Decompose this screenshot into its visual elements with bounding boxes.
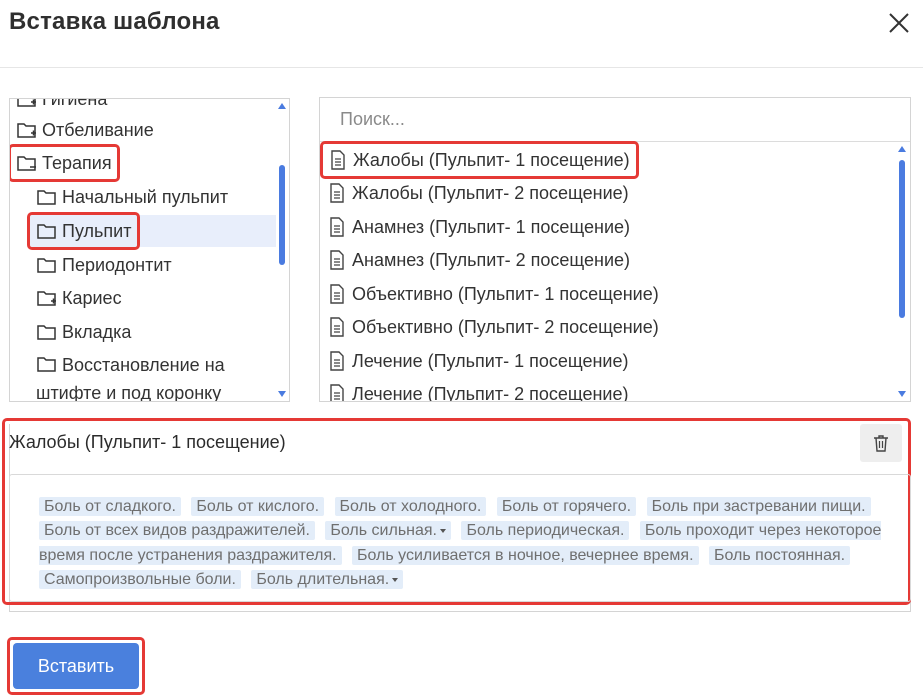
tree-item-vosstanovlenie[interactable]: Восстановление на штифте и под коронку: [36, 351, 272, 402]
template-item-label: Жалобы (Пульпит- 2 посещение): [352, 182, 629, 203]
tree-item-label: Начальный пульпит: [62, 186, 229, 207]
scroll-up-arrow-icon[interactable]: [278, 103, 286, 109]
template-list-scrollbar[interactable]: [896, 142, 908, 401]
tree-item-gigiena[interactable]: Гигиена: [16, 98, 276, 115]
folder-icon: [36, 322, 58, 342]
document-icon: [328, 351, 346, 371]
trash-icon: [874, 435, 888, 452]
phrase-chip[interactable]: Боль при застревании пищи.: [646, 497, 871, 516]
search-input[interactable]: [320, 98, 910, 141]
folder-plus-icon: [36, 288, 58, 308]
phrase-chip[interactable]: Боль усиливается в ночное, вечернее врем…: [352, 545, 699, 565]
template-item[interactable]: Жалобы (Пульпит- 1 посещение): [320, 141, 639, 179]
tree-item-vkladka[interactable]: Вкладка: [36, 316, 276, 348]
template-item[interactable]: Лечение (Пульпит- 2 посещение): [328, 378, 629, 402]
tree-item-label: Вкладка: [62, 321, 132, 342]
template-item[interactable]: Анамнез (Пульпит- 1 посещение): [328, 211, 630, 243]
folder-plus-icon: [16, 99, 38, 109]
document-icon: [328, 317, 346, 337]
close-icon[interactable]: [886, 10, 912, 36]
tree-item-label: Отбеливание: [42, 119, 154, 140]
template-item[interactable]: Объективно (Пульпит- 1 посещение): [328, 278, 659, 310]
phrase-chip[interactable]: Боль от всех видов раздражителей.: [39, 521, 315, 541]
folder-icon: [36, 187, 58, 207]
tree-item-karies[interactable]: Кариес: [36, 282, 276, 314]
phrase-chip-dropdown[interactable]: Боль длительная.: [251, 570, 404, 590]
caret-down-icon: [440, 529, 446, 534]
folder-minus-icon: [16, 153, 38, 173]
delete-button[interactable]: [860, 424, 902, 462]
phrase-chip-dropdown[interactable]: Боль сильная.: [325, 521, 451, 541]
template-item-label: Объективно (Пульпит- 2 посещение): [352, 316, 659, 337]
tree-item-periodontit[interactable]: Периодонтит: [36, 249, 276, 281]
phrase-chip[interactable]: Боль от кислого.: [191, 497, 325, 516]
folder-icon: [36, 221, 58, 241]
dialog-title: Вставка шаблона: [9, 8, 220, 35]
phrase-chip[interactable]: Боль периодическая.: [461, 521, 630, 541]
phrase-chip[interactable]: Боль постоянная.: [708, 545, 851, 565]
scroll-thumb[interactable]: [279, 165, 285, 265]
caret-down-icon: [392, 577, 399, 582]
document-icon: [329, 150, 347, 170]
template-item[interactable]: Объективно (Пульпит- 2 посещение): [328, 311, 659, 343]
tree-item-label: Пульпит: [62, 220, 132, 241]
phrase-chip[interactable]: Боль от горячего.: [496, 497, 637, 516]
document-icon: [328, 217, 346, 237]
scroll-thumb[interactable]: [899, 160, 905, 318]
tree-item-label: Восстановление на штифте и под коронку: [36, 355, 225, 402]
tree-item-terapiya[interactable]: Терапия: [10, 144, 120, 182]
template-item-label: Анамнез (Пульпит- 1 посещение): [352, 216, 630, 237]
template-item-label: Жалобы (Пульпит- 1 посещение): [353, 149, 630, 170]
folder-icon: [36, 354, 58, 374]
template-item-label: Лечение (Пульпит- 2 посещение): [352, 383, 629, 402]
tree-scrollbar[interactable]: [276, 99, 288, 401]
tree-item-label: Гигиена: [42, 98, 108, 109]
template-item[interactable]: Лечение (Пульпит- 1 посещение): [328, 345, 628, 377]
phrase-chip-label: Боль длительная.: [256, 571, 390, 589]
phrase-list: Боль от сладкого. Боль от кислого. Боль …: [39, 495, 888, 593]
document-icon: [328, 384, 346, 401]
folder-plus-icon: [16, 120, 38, 140]
tree-item-label: Терапия: [42, 152, 112, 173]
phrase-chip[interactable]: Боль от холодного.: [334, 497, 487, 516]
folder-tree: Гигиена Отбеливание Терапия Начальный пу…: [9, 98, 290, 402]
template-item-label: Анамнез (Пульпит- 2 посещение): [352, 249, 630, 270]
search-box: [320, 98, 910, 142]
template-item[interactable]: Анамнез (Пульпит- 2 посещение): [328, 244, 630, 276]
tree-item-nachalnyy-pulpit[interactable]: Начальный пульпит: [36, 181, 276, 213]
tree-item-pulpit[interactable]: Пульпит: [26, 212, 141, 250]
template-list-panel: Жалобы (Пульпит- 1 посещение) Жалобы (Пу…: [319, 97, 911, 402]
phrase-chip[interactable]: Самопроизвольные боли.: [39, 570, 241, 590]
selected-template-title: Жалобы (Пульпит- 1 посещение): [9, 432, 286, 452]
document-icon: [328, 284, 346, 304]
document-icon: [328, 183, 346, 203]
scroll-down-arrow-icon[interactable]: [278, 391, 286, 397]
tree-item-label: Кариес: [62, 287, 122, 308]
scroll-down-arrow-icon[interactable]: [898, 391, 906, 397]
scroll-up-arrow-icon[interactable]: [898, 146, 906, 152]
template-item-label: Лечение (Пульпит- 1 посещение): [352, 350, 629, 371]
dialog-header: Вставка шаблона: [0, 0, 923, 68]
phrase-chip[interactable]: Боль от сладкого.: [39, 497, 181, 516]
insert-button[interactable]: Вставить: [13, 643, 139, 689]
document-icon: [328, 250, 346, 270]
tree-item-otbelivanie[interactable]: Отбеливание: [16, 114, 276, 146]
template-content[interactable]: Боль от сладкого. Боль от кислого. Боль …: [9, 474, 911, 602]
folder-icon: [36, 255, 58, 275]
template-item[interactable]: Жалобы (Пульпит- 2 посещение): [328, 177, 629, 209]
template-item-label: Объективно (Пульпит- 1 посещение): [352, 283, 659, 304]
phrase-chip-label: Боль сильная.: [330, 522, 437, 540]
tree-item-label: Периодонтит: [62, 254, 172, 275]
